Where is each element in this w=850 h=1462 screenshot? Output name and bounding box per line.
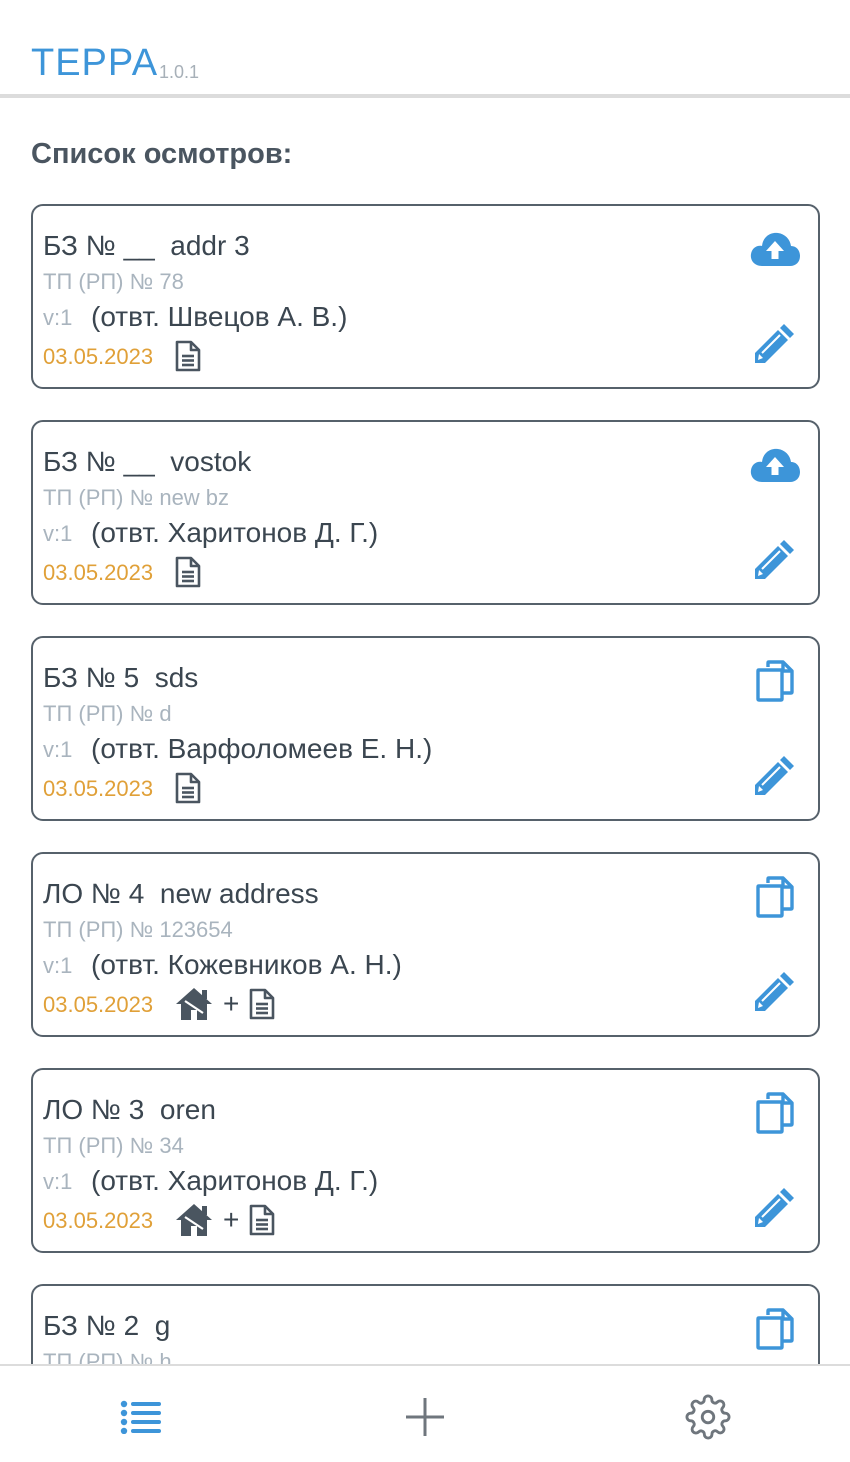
document-icon	[249, 1204, 275, 1236]
document-icon	[249, 988, 275, 1020]
house-icon	[175, 987, 213, 1021]
pencil-icon	[752, 970, 796, 1014]
substation-number: ТП (РП) № new bz	[43, 485, 230, 510]
bottom-nav	[0, 1364, 850, 1462]
attachment-indicators: +	[175, 986, 275, 1022]
edit-button[interactable]	[750, 752, 798, 800]
list-icon	[120, 1400, 161, 1434]
edit-button[interactable]	[750, 320, 798, 368]
inspection-card[interactable]: ЛО № 3 oren ТП (РП) № 34 v:1 (отвт. Харитон…	[31, 1068, 820, 1253]
app-title: ТЕРРА	[31, 42, 159, 84]
inspection-title: БЗ № 5 sds	[43, 662, 199, 693]
plus-separator: +	[223, 988, 240, 1019]
pencil-icon	[752, 322, 796, 366]
copy-icon	[756, 1092, 794, 1134]
pencil-icon	[752, 538, 796, 582]
edit-button[interactable]	[750, 1184, 798, 1232]
upload-button[interactable]	[748, 226, 802, 272]
inspection-title: БЗ № 2 g	[43, 1310, 171, 1341]
attachment-indicators: +	[175, 1202, 275, 1238]
inspections-list-view: Список осмотров: БЗ № __ addr 3 ТП (РП) №…	[0, 98, 850, 1364]
inspection-card[interactable]: БЗ № __ vostok ТП (РП) № new bz v:1 (отвт. …	[31, 420, 820, 605]
cloud-upload-icon	[749, 446, 801, 484]
copy-button[interactable]	[748, 874, 802, 920]
inspection-title: ЛО № 3 oren	[43, 1094, 216, 1125]
inspection-date: 03.05.2023	[43, 992, 154, 1017]
inspection-card[interactable]: БЗ № __ addr 3 ТП (РП) № 78 v:1 (отвт. Швец…	[31, 204, 820, 389]
version-label: v:1	[43, 1169, 73, 1194]
copy-icon	[756, 1308, 794, 1350]
pencil-icon	[752, 1186, 796, 1230]
document-icon	[175, 556, 201, 588]
responsible-person: (отвт. Харитонов Д. Г.)	[91, 1165, 379, 1196]
house-icon	[175, 1203, 213, 1237]
copy-icon	[756, 660, 794, 702]
inspection-title: ЛО № 4 new address	[43, 878, 319, 909]
edit-button[interactable]	[750, 536, 798, 584]
inspection-title: БЗ № __ addr 3	[43, 230, 250, 261]
attachment-indicators	[175, 338, 201, 374]
copy-button[interactable]	[748, 1306, 802, 1352]
substation-number: ТП (РП) № 78	[43, 269, 184, 294]
inspection-date: 03.05.2023	[43, 344, 154, 369]
substation-number: ТП (РП) № h	[43, 1349, 172, 1364]
gear-icon	[685, 1394, 731, 1440]
section-title: Список осмотров:	[31, 138, 293, 170]
cloud-upload-icon	[749, 230, 801, 268]
substation-number: ТП (РП) № 123654	[43, 917, 233, 942]
copy-button[interactable]	[748, 1090, 802, 1136]
nav-settings-button[interactable]	[683, 1392, 733, 1442]
substation-number: ТП (РП) № d	[43, 701, 172, 726]
copy-icon	[756, 876, 794, 918]
copy-button[interactable]	[748, 658, 802, 704]
inspection-date: 03.05.2023	[43, 1208, 154, 1233]
inspection-card[interactable]: ЛО № 4 new address ТП (РП) № 123654 v:1 (от…	[31, 852, 820, 1037]
edit-button[interactable]	[750, 968, 798, 1016]
responsible-person: (отвт. Варфоломеев Е. Н.)	[91, 733, 433, 764]
version-label: v:1	[43, 305, 73, 330]
responsible-person: (отвт. Швецов А. В.)	[91, 301, 348, 332]
inspection-date: 03.05.2023	[43, 776, 154, 801]
upload-button[interactable]	[748, 442, 802, 488]
app-header: ТЕРРА 1.0.1	[0, 0, 850, 98]
app-version: 1.0.1	[159, 62, 200, 82]
attachment-indicators	[175, 770, 201, 806]
nav-add-button[interactable]	[400, 1392, 450, 1442]
inspection-title: БЗ № __ vostok	[43, 446, 252, 477]
inspection-date: 03.05.2023	[43, 560, 154, 585]
pencil-icon	[752, 754, 796, 798]
inspection-card[interactable]: БЗ № 2 g ТП (РП) № h	[31, 1284, 820, 1364]
version-label: v:1	[43, 953, 73, 978]
plus-icon	[406, 1398, 444, 1436]
inspection-card[interactable]: БЗ № 5 sds ТП (РП) № d v:1 (отвт. Варфоломе…	[31, 636, 820, 821]
responsible-person: (отвт. Кожевников А. Н.)	[91, 949, 402, 980]
nav-list-button[interactable]	[116, 1392, 166, 1442]
attachment-indicators	[175, 554, 201, 590]
plus-separator: +	[223, 1204, 240, 1235]
document-icon	[175, 772, 201, 804]
version-label: v:1	[43, 737, 73, 762]
version-label: v:1	[43, 521, 73, 546]
document-icon	[175, 340, 201, 372]
substation-number: ТП (РП) № 34	[43, 1133, 184, 1158]
responsible-person: (отвт. Харитонов Д. Г.)	[91, 517, 379, 548]
